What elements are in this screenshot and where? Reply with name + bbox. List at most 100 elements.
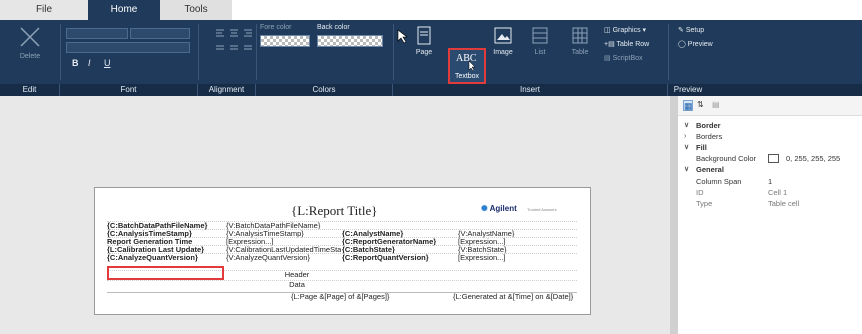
property-value: Table cell — [768, 199, 800, 208]
back-color-label: Back color — [317, 24, 350, 31]
property-name: Background Color — [696, 154, 757, 163]
table-row[interactable]: {C:AnalysisTimeStamp} {V:AnalysisTimeSta… — [107, 229, 577, 238]
property-column-span[interactable]: Column Span 1 — [678, 176, 862, 187]
property-name: Borders — [696, 132, 723, 141]
list-label: List — [534, 49, 546, 56]
report-page[interactable]: {L:Report Title} ✺ Agilent Trusted Answe… — [94, 187, 591, 315]
table-cell[interactable]: {V:AnalyzeQuantVersion} — [226, 254, 341, 262]
report-title[interactable]: {L:Report Title} — [291, 203, 378, 219]
categorized-icon[interactable]: ▦ — [683, 100, 693, 111]
page-footer[interactable]: {L:Page &[Page] of &[Pages]} {L:Generate… — [107, 292, 577, 301]
insert-table-button[interactable]: Table — [568, 26, 592, 56]
property-name: Fill — [696, 143, 707, 152]
property-value: Cell 1 — [768, 188, 788, 197]
tab-file[interactable]: File — [0, 0, 88, 20]
table-row[interactable]: Report Generation Time [Expression...] {… — [107, 237, 577, 246]
setup-button[interactable]: ✎ Setup — [678, 26, 704, 34]
preview-label: Preview — [687, 41, 713, 48]
selected-cell-highlight[interactable] — [107, 266, 224, 280]
chevron-down-icon: ∨ — [684, 122, 690, 129]
agilent-logo: ✺ Agilent Trusted Answers — [481, 204, 557, 213]
table-row[interactable]: {L:Calibration Last Update} {V:Calibrati… — [107, 245, 577, 254]
underline-button[interactable]: U — [104, 58, 111, 68]
chevron-down-icon: ∨ — [684, 144, 690, 151]
tab-tools[interactable]: Tools — [160, 0, 232, 20]
fore-color-label: Fore color — [260, 24, 292, 31]
back-color-swatch[interactable] — [317, 35, 383, 47]
table-cell[interactable]: {C:ReportQuantVersion} — [342, 254, 457, 262]
divider — [198, 24, 199, 80]
textbox-label: Textbox — [454, 73, 480, 80]
cursor-icon — [468, 60, 476, 72]
table-label: Table — [571, 49, 589, 56]
table-cell[interactable]: [Expression...] — [458, 254, 577, 262]
property-borders[interactable]: › Borders — [678, 131, 862, 142]
italic-button[interactable]: I — [88, 58, 91, 68]
insert-image-button[interactable]: Image — [491, 26, 515, 56]
property-type: Type Table cell — [678, 198, 862, 209]
properties-panel: ▦ ⇅ ▤ ∨ Border › Borders ∨ Fill Backgrou… — [677, 96, 862, 334]
delete-button[interactable]: Delete — [8, 24, 52, 60]
table-row[interactable]: {C:AnalyzeQuantVersion} {V:AnalyzeQuantV… — [107, 253, 577, 262]
property-name: Column Span — [696, 177, 742, 186]
sort-az-icon[interactable]: ⇅ — [697, 100, 704, 109]
category-border[interactable]: ∨ Border — [678, 120, 862, 131]
footer-generated-at[interactable]: {L:Generated at &[Time] on &[Date]} — [453, 293, 577, 301]
list-icon — [532, 27, 548, 44]
delete-icon — [20, 27, 40, 47]
color-swatch[interactable] — [768, 154, 779, 163]
category-general[interactable]: ∨ General — [678, 164, 862, 175]
bold-button[interactable]: B — [72, 58, 79, 68]
properties-toolbar: ▦ ⇅ ▤ — [678, 96, 862, 116]
preview-button[interactable]: ◯ Preview — [678, 40, 713, 48]
header-cell[interactable]: Header — [247, 271, 347, 279]
property-pages-icon[interactable]: ▤ — [712, 100, 720, 109]
image-icon — [494, 27, 512, 44]
ribbon: Delete B I U Fore color Back color Page — [0, 20, 862, 84]
chevron-right-icon: › — [684, 133, 687, 140]
table-cell[interactable]: {C:AnalyzeQuantVersion} — [107, 254, 225, 262]
group-insert: Insert — [393, 84, 668, 96]
font-size-select[interactable] — [130, 28, 190, 39]
insert-textbox-button[interactable]: ABC Textbox — [448, 48, 486, 84]
align-icons[interactable] — [214, 28, 254, 58]
insert-list-button[interactable]: List — [528, 26, 552, 56]
category-fill[interactable]: ∨ Fill — [678, 142, 862, 153]
group-alignment: Alignment — [198, 84, 256, 96]
footer-page-number[interactable]: {L:Page &[Page] of &[Pages]} — [291, 293, 441, 301]
ribbon-tabs: File Home Tools — [0, 0, 862, 20]
page-label: Page — [415, 49, 433, 56]
property-background-color[interactable]: Background Color 0, 255, 255, 255 — [678, 153, 862, 164]
insert-page-button[interactable]: Page — [413, 26, 435, 56]
group-colors: Colors — [256, 84, 393, 96]
group-preview: Preview — [673, 85, 703, 94]
property-name: Border — [696, 121, 721, 130]
divider — [60, 24, 61, 80]
property-value[interactable]: 1 — [768, 176, 772, 187]
table-icon — [572, 27, 588, 44]
scriptbox-label: ScriptBox — [612, 55, 643, 62]
delete-label: Delete — [19, 53, 41, 60]
table-data-row[interactable]: Data — [107, 280, 577, 289]
property-value[interactable]: 0, 255, 255, 255 — [786, 153, 840, 164]
tab-home[interactable]: Home — [88, 0, 160, 20]
font-family-select[interactable] — [66, 28, 128, 39]
page-icon — [417, 26, 431, 45]
property-name: Type — [696, 199, 713, 208]
data-cell[interactable]: Data — [247, 281, 347, 289]
fore-color-swatch[interactable] — [260, 35, 310, 47]
image-label: Image — [493, 49, 513, 56]
scriptbox-button[interactable]: ▤ ScriptBox — [604, 54, 643, 62]
table-row-label: Table Row — [616, 41, 650, 48]
property-name: General — [696, 165, 724, 174]
table-row[interactable]: {C:BatchDataPathFileName} {V:BatchDataPa… — [107, 221, 577, 230]
pointer-icon[interactable] — [395, 28, 411, 44]
group-edit: Edit — [0, 84, 60, 96]
ribbon-group-labels: Edit Font Alignment Colors Insert Previe… — [0, 84, 862, 96]
spark-icon: ✺ — [481, 204, 488, 213]
graphics-icon: ◫ — [604, 27, 611, 34]
table-row-button[interactable]: +▤ Table Row — [604, 40, 649, 48]
graphics-button[interactable]: ◫ Graphics ▾ — [604, 26, 646, 34]
vertical-scrollbar[interactable] — [670, 96, 677, 334]
font-style-select[interactable] — [66, 42, 190, 53]
